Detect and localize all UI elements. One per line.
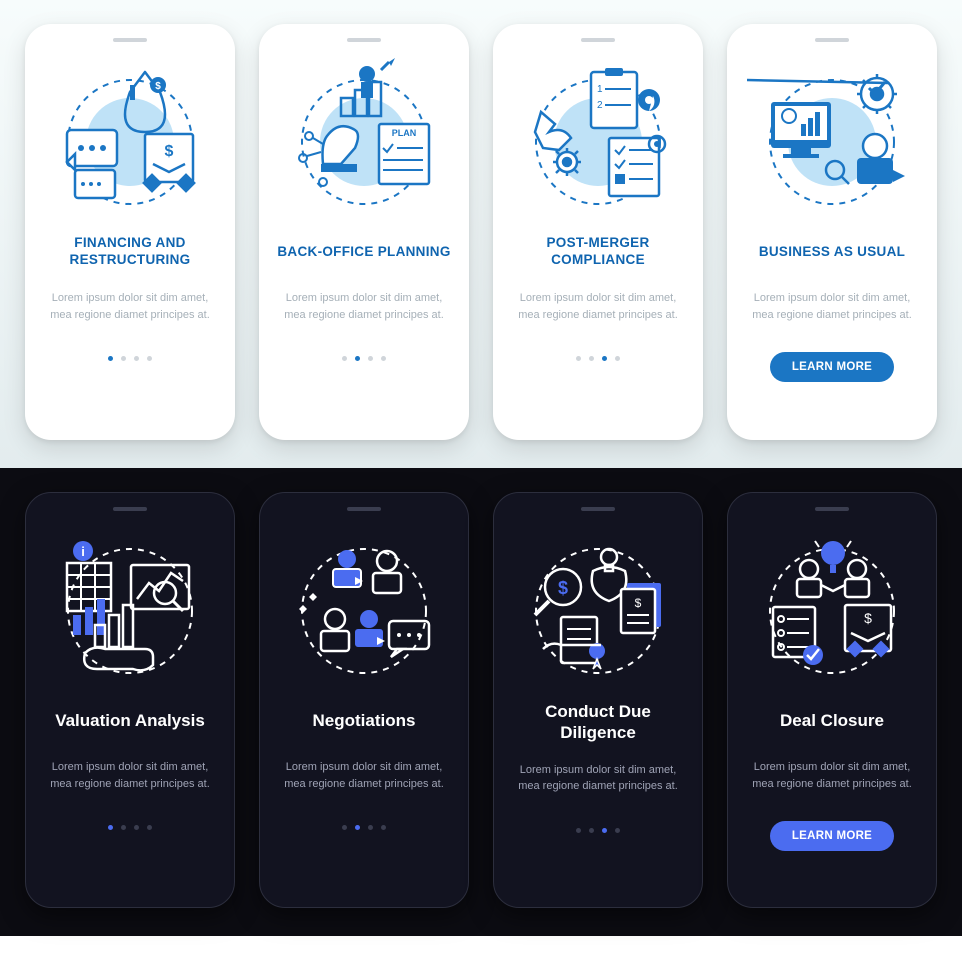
dot[interactable]: [589, 828, 594, 833]
card-title: FINANCING AND RESTRUCTURING: [37, 232, 223, 272]
dark-section: i Valuation Analysis Lorem ipsum dolor s…: [0, 468, 962, 936]
dot[interactable]: [602, 828, 607, 833]
dot[interactable]: [576, 828, 581, 833]
light-section: $ $ FINANCING AND RESTRUCTURING Lorem ip…: [0, 0, 962, 468]
phone-speaker: [815, 38, 849, 42]
card-title: Negotiations: [313, 701, 416, 741]
card-title: BUSINESS AS USUAL: [759, 232, 905, 272]
pagination-dots: [342, 825, 386, 830]
phone-speaker: [815, 507, 849, 511]
onboarding-card-deal-closure: $ Deal Closure Lorem ipsum dolor sit dim…: [727, 492, 937, 908]
dot[interactable]: [368, 356, 373, 361]
dot[interactable]: [368, 825, 373, 830]
svg-text:i: i: [81, 544, 85, 559]
svg-text:$: $: [635, 596, 642, 610]
chess-plan-icon: PLAN: [279, 52, 449, 222]
dot[interactable]: [355, 825, 360, 830]
onboarding-card-backoffice: PLAN BACK-OFFICE PLANNING Lorem ipsum do…: [259, 24, 469, 440]
card-description: Lorem ipsum dolor sit dim amet, mea regi…: [740, 759, 924, 807]
phone-speaker: [113, 507, 147, 511]
svg-text:1: 1: [597, 84, 603, 95]
onboarding-card-valuation: i Valuation Analysis Lorem ipsum dolor s…: [25, 492, 235, 908]
dot[interactable]: [342, 356, 347, 361]
card-description: Lorem ipsum dolor sit dim amet, mea regi…: [38, 759, 222, 807]
pagination-dots: [576, 828, 620, 833]
dot[interactable]: [121, 825, 126, 830]
pagination-dots: [108, 825, 152, 830]
dot[interactable]: [134, 825, 139, 830]
dot[interactable]: [381, 825, 386, 830]
onboarding-card-negotiations: Negotiations Lorem ipsum dolor sit dim a…: [259, 492, 469, 908]
phone-speaker: [581, 507, 615, 511]
dot[interactable]: [134, 356, 139, 361]
svg-text:2: 2: [597, 100, 603, 111]
pagination-dots: [342, 356, 386, 361]
dot[interactable]: [381, 356, 386, 361]
phone-speaker: [113, 38, 147, 42]
card-description: Lorem ipsum dolor sit dim amet, mea regi…: [272, 759, 456, 807]
dot[interactable]: [355, 356, 360, 361]
pagination-dots: [108, 356, 152, 361]
svg-text:$: $: [165, 143, 174, 160]
chart-hand-search-icon: i: [45, 521, 215, 691]
onboarding-card-business-usual: BUSINESS AS USUAL Lorem ipsum dolor sit …: [727, 24, 937, 440]
onboarding-card-financing: $ $ FINANCING AND RESTRUCTURING Lorem ip…: [25, 24, 235, 440]
dot[interactable]: [121, 356, 126, 361]
card-description: Lorem ipsum dolor sit dim amet, mea regi…: [271, 290, 457, 338]
onboarding-card-compliance: 1 2 POST-MERGER COMPLI: [493, 24, 703, 440]
svg-text:$: $: [558, 578, 568, 598]
card-title: BACK-OFFICE PLANNING: [277, 232, 450, 272]
dot[interactable]: [342, 825, 347, 830]
dot[interactable]: [576, 356, 581, 361]
dot[interactable]: [615, 356, 620, 361]
card-description: Lorem ipsum dolor sit dim amet, mea regi…: [505, 290, 691, 338]
pagination-dots: [576, 356, 620, 361]
card-title: Deal Closure: [780, 701, 884, 741]
dot[interactable]: [589, 356, 594, 361]
card-description: Lorem ipsum dolor sit dim amet, mea regi…: [37, 290, 223, 338]
magnifier-dollar-docs-icon: $ $: [513, 521, 683, 691]
phone-speaker: [581, 38, 615, 42]
card-title: POST-MERGER COMPLIANCE: [505, 232, 691, 272]
dot[interactable]: [147, 825, 152, 830]
dot[interactable]: [615, 828, 620, 833]
card-description: Lorem ipsum dolor sit dim amet, mea regi…: [739, 290, 925, 338]
handshake-checklist-icon: $: [747, 521, 917, 691]
learn-more-button[interactable]: LEARN MORE: [770, 352, 894, 382]
money-bag-handshake-icon: $ $: [45, 52, 215, 222]
people-chat-icon: [279, 521, 449, 691]
card-title: Conduct Due Diligence: [506, 701, 690, 744]
dot[interactable]: [602, 356, 607, 361]
card-description: Lorem ipsum dolor sit dim amet, mea regi…: [506, 762, 690, 810]
phone-speaker: [347, 507, 381, 511]
learn-more-button[interactable]: LEARN MORE: [770, 821, 894, 851]
dot[interactable]: [108, 356, 113, 361]
svg-text:$: $: [864, 610, 872, 626]
phone-speaker: [347, 38, 381, 42]
dot[interactable]: [108, 825, 113, 830]
svg-text:$: $: [155, 81, 161, 92]
clipboard-gears-icon: 1 2: [513, 52, 683, 222]
dot[interactable]: [147, 356, 152, 361]
svg-text:PLAN: PLAN: [392, 128, 417, 138]
onboarding-card-due-diligence: $ $ Conduct Due Diligence Lorem ipsum do…: [493, 492, 703, 908]
monitor-gear-check-icon: [747, 52, 917, 222]
card-title: Valuation Analysis: [55, 701, 205, 741]
